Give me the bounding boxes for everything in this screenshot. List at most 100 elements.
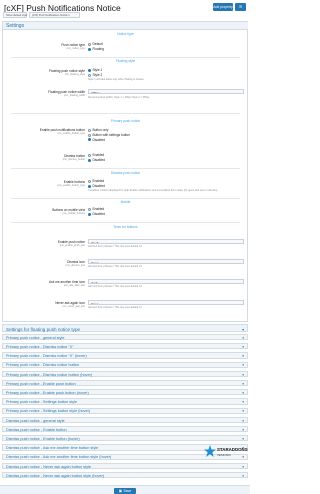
add-property-button[interactable]: Add property xyxy=(213,3,233,11)
chevron-down-icon: ▾ xyxy=(242,344,244,349)
radio-icon xyxy=(88,42,91,46)
never-ask-text-note: Add text from phrases / This rule uses d… xyxy=(88,306,143,309)
accordion-section[interactable]: Primary push notice - Enable push button… xyxy=(2,389,248,396)
floating-width-note: Recommended widths: Style 1 = 400px Styl… xyxy=(88,96,150,99)
radio-icon xyxy=(88,153,91,157)
mobile-buttons-label: Buttons on mobile view pnn_mobile_button… xyxy=(52,208,85,215)
radio-disabled[interactable]: Disabled xyxy=(88,138,130,143)
floating-settings-title: Settings for floating push notice type xyxy=(6,326,81,332)
menu-icon[interactable]: ☰ xyxy=(235,3,246,11)
save-button[interactable]: ▣ Save xyxy=(114,487,136,494)
radio-style-2[interactable]: Style 2 xyxy=(88,73,102,78)
group-notice-type: Notice type xyxy=(117,32,134,36)
radio-icon xyxy=(88,128,91,132)
accordion-section[interactable]: Primary push notice - Dismiss notice but… xyxy=(2,361,248,368)
divider xyxy=(11,113,240,114)
accordion-section[interactable]: Primary push notice - Dismiss notice "X"… xyxy=(2,343,248,350)
never-ask-text-input[interactable]: times xyxy=(88,300,244,305)
accordion-section-title: Primary push notice - Enable push button xyxy=(6,381,76,386)
radio-icon xyxy=(88,207,91,211)
radio-checked-icon xyxy=(88,212,91,216)
radio-icon xyxy=(88,133,91,137)
chevron-down-icon: ▾ xyxy=(242,390,244,395)
floating-width-label: Floating push notice width pnn_floating_… xyxy=(48,90,85,97)
star-icon xyxy=(204,445,216,457)
accordion-section-title: Primary push notice - Enable push button… xyxy=(6,390,89,395)
radio-disabled[interactable]: Disabled xyxy=(88,184,105,189)
floating-width-input[interactable]: 400px xyxy=(88,89,244,94)
page-header: [cXF] Push Notifications Notice Add prop… xyxy=(0,0,250,20)
radio-checked-icon xyxy=(88,138,91,142)
chevron-down-icon: ▾ xyxy=(242,363,244,368)
push-notice-type-label: Push notice type pnn_notice_type xyxy=(3,43,85,50)
accordion-section-title: Primary push notice - general style xyxy=(6,335,65,340)
group-mobile: Mobile xyxy=(120,200,131,204)
save-icon: ▣ xyxy=(118,488,122,493)
radio-checked-icon xyxy=(88,158,91,162)
chevron-down-icon: ▾ xyxy=(242,418,244,423)
radio-checked-icon xyxy=(88,184,91,188)
group-select[interactable]: [cXF] Push Notifications Notice ▾ xyxy=(29,12,80,18)
filter-bar: Show default style▾ [cXF] Push Notificat… xyxy=(3,12,80,18)
floating-settings-section[interactable]: Settings for floating push notice type ▾ xyxy=(2,324,248,332)
accordion-section-title: Dismiss push notice - Never ask again bu… xyxy=(6,473,105,478)
radio-button-with-settings[interactable]: Button with settings button xyxy=(88,133,130,138)
accordion-section[interactable]: Primary push notice - Settings button st… xyxy=(2,407,248,414)
style-select[interactable]: Show default style▾ xyxy=(3,12,30,18)
group-texts-for-buttons: Texts for buttons xyxy=(113,225,138,229)
dismiss-button-label: Dismiss button pnn_dismiss_button xyxy=(62,154,85,161)
accordion-section[interactable]: Primary push notice - Settings button st… xyxy=(2,398,248,405)
chevron-down-icon: ▾ xyxy=(242,335,244,340)
floating-style-label: Floating push notice style pnn_floating_… xyxy=(49,69,85,76)
floating-style-options: Style 1 Style 2 xyxy=(88,68,102,78)
accordion-section[interactable]: Primary push notice - Dismiss notice but… xyxy=(2,370,248,377)
settings-panel: Settings Notice type Push notice type pn… xyxy=(2,21,248,322)
accordion-section[interactable]: Primary push notice - Dismiss notice "X"… xyxy=(2,352,248,359)
enable-button-label: Enable buttons pnn_enable_button_type xyxy=(57,180,85,187)
ask-later-text-input[interactable]: clock xyxy=(88,279,244,284)
chevron-down-icon: ▾ xyxy=(242,400,244,405)
enable-push-text-note: Add text from phrases / This rule uses d… xyxy=(88,245,143,248)
group-primary-push-notice: Primary push notice xyxy=(110,119,141,123)
watermark-brand: STARADDONS xyxy=(217,447,248,452)
divider xyxy=(11,57,240,58)
accordion-section[interactable]: Dismiss push notice - Enable button ▾ xyxy=(2,426,248,433)
accordion-section[interactable]: Dismiss push notice - Enable button (hov… xyxy=(2,435,248,442)
accordion-section[interactable]: Primary push notice - Enable push button… xyxy=(2,380,248,387)
chevron-down-icon: ▾ xyxy=(242,409,244,414)
chevron-down-icon: ▾ xyxy=(242,436,244,441)
chevron-down-icon: ▾ xyxy=(242,381,244,386)
accordion-section[interactable]: Dismiss push notice - general style ▾ xyxy=(2,416,248,423)
accordion-section[interactable]: Dismiss push notice - Never ask again bu… xyxy=(2,472,248,479)
staraddons-watermark: STARADDONS XENFORO xyxy=(204,442,248,464)
enable-button-note: If enabled, buttons displayed for both E… xyxy=(88,189,219,192)
radio-checked-icon xyxy=(88,47,91,51)
enable-button-options: Enabled Disabled xyxy=(88,179,105,189)
dismiss-text-input[interactable]: times xyxy=(88,259,244,264)
chevron-down-icon: ▾ xyxy=(242,464,244,469)
chevron-down-icon: ▾ xyxy=(242,427,244,432)
accordion-section-title: Dismiss push notice - Ask me another tim… xyxy=(6,455,112,460)
divider xyxy=(11,222,240,223)
group-dismiss-push-notice: Dismiss push notice xyxy=(110,171,141,175)
radio-disabled[interactable]: Disabled xyxy=(88,158,105,163)
accordion-section-title: Dismiss push notice - Ask me another tim… xyxy=(6,446,99,451)
dismiss-text-note: Add text from phrases / This rule uses d… xyxy=(88,265,143,268)
accordion-section-title: Primary push notice - Dismiss notice "X" xyxy=(6,344,74,349)
accordion-section-title: Primary push notice - Dismiss notice but… xyxy=(6,363,80,368)
radio-disabled[interactable]: Disabled xyxy=(88,212,105,217)
chevron-down-icon: ▾ xyxy=(242,354,244,359)
enable-buttons-options: Button only Button with settings button … xyxy=(88,128,130,142)
mobile-buttons-options: Enabled Disabled xyxy=(88,207,105,217)
accordion-section[interactable]: Primary push notice - general style ▾ xyxy=(2,334,248,341)
watermark-sub: XENFORO xyxy=(217,453,231,457)
field-hint: pnn_notice_type xyxy=(66,47,85,50)
chevron-down-icon: ▾ xyxy=(242,327,244,332)
dismiss-button-options: Enabled Disabled xyxy=(88,153,105,163)
radio-floating[interactable]: Floating xyxy=(88,47,104,52)
settings-section-title: Settings xyxy=(3,22,248,30)
accordion-section-title: Primary push notice - Settings button st… xyxy=(6,400,78,405)
enable-push-text-input[interactable]: check xyxy=(88,239,244,244)
accordion-section-title: Dismiss push notice - Enable button xyxy=(6,427,67,432)
enable-buttons-label: Enable push notifications button pnn_ena… xyxy=(39,128,85,135)
